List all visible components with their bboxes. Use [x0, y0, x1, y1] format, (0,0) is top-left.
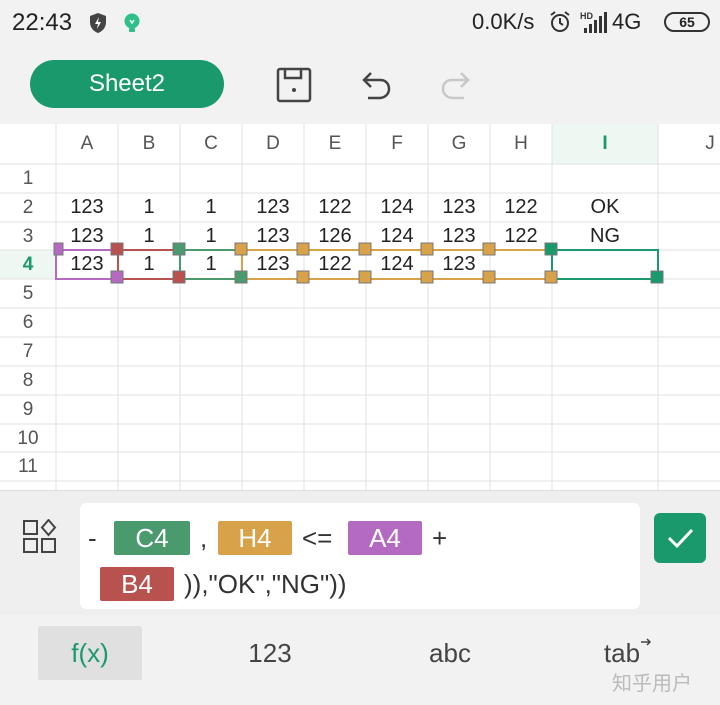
cell-i2[interactable]: OK — [552, 193, 658, 222]
hd-signal-icon: HD — [580, 11, 607, 33]
network-type: 4G — [612, 9, 642, 34]
column-header-b[interactable]: B — [118, 124, 180, 164]
cell-h4[interactable] — [490, 250, 552, 279]
net-speed: 0.0K/s — [472, 9, 535, 34]
formula-tail: )),"OK","NG")) — [184, 569, 347, 599]
formula-operator: <= — [302, 523, 333, 553]
cell-a3[interactable]: 123 — [56, 222, 118, 251]
cell-b2[interactable]: 1 — [118, 193, 180, 222]
row-header-2[interactable]: 2 — [0, 193, 56, 222]
column-header-h[interactable]: H — [490, 124, 552, 164]
alarm-icon — [550, 11, 570, 32]
cell-h2[interactable]: 122 — [490, 193, 552, 222]
tab-numeric[interactable]: 123 — [218, 626, 322, 680]
formula-input[interactable]: - C4 , H4 <= A4 + B4 )),"OK","NG")) — [80, 503, 640, 609]
check-icon — [667, 528, 694, 549]
spreadsheet-grid[interactable]: A B C D E F G H I J 1 2 3 4 5 6 7 8 9 10… — [0, 124, 720, 490]
row-header-8[interactable]: 8 — [0, 366, 56, 395]
cell-a4[interactable]: 123 — [56, 250, 118, 279]
keyboard-tab-bar: f(x) 123 abc tab 知乎用户 — [0, 615, 720, 705]
column-header-a[interactable]: A — [56, 124, 118, 164]
sheet-tab-button[interactable]: Sheet2 — [30, 60, 224, 108]
cell-f4[interactable]: 124 — [366, 250, 428, 279]
column-header-f[interactable]: F — [366, 124, 428, 164]
column-header-j[interactable]: J — [690, 124, 720, 164]
column-header-g[interactable]: G — [428, 124, 490, 164]
row-header-4[interactable]: 4 — [0, 250, 56, 279]
column-header-c[interactable]: C — [180, 124, 242, 164]
formula-ref-a4[interactable]: A4 — [348, 521, 422, 555]
column-header-i[interactable]: I — [552, 124, 658, 164]
formula-comma: , — [200, 523, 208, 553]
formula-minus: - — [88, 523, 97, 553]
svg-text:HD: HD — [580, 11, 593, 21]
formula-ref-c4[interactable]: C4 — [114, 521, 190, 555]
cell-h3[interactable]: 122 — [490, 222, 552, 251]
cell-g4[interactable]: 123 — [428, 250, 490, 279]
bulb-icon — [124, 13, 140, 32]
shield-icon — [90, 13, 106, 33]
column-header-e[interactable]: E — [304, 124, 366, 164]
cell-e4[interactable]: 122 — [304, 250, 366, 279]
formula-plus: + — [432, 523, 448, 553]
cell-f2[interactable]: 124 — [366, 193, 428, 222]
cell-e3[interactable]: 126 — [304, 222, 366, 251]
undo-icon[interactable] — [356, 66, 394, 104]
row-header-9[interactable]: 9 — [0, 395, 56, 424]
battery-icon: 65 — [664, 12, 710, 32]
status-bar: 22:43 0.0K/s HD 4G 65 — [0, 0, 720, 46]
cell-g2[interactable]: 123 — [428, 193, 490, 222]
cell-b3[interactable]: 1 — [118, 222, 180, 251]
cell-g3[interactable]: 123 — [428, 222, 490, 251]
row-header-5[interactable]: 5 — [0, 279, 56, 308]
cell-e2[interactable]: 122 — [304, 193, 366, 222]
save-icon[interactable] — [275, 66, 313, 104]
watermark: 知乎用户 — [612, 673, 692, 695]
row-header-11[interactable]: 11 — [0, 452, 56, 481]
formula-panel: - C4 , H4 <= A4 + B4 )),"OK","NG")) — [0, 490, 720, 615]
tab-function[interactable]: f(x) — [38, 626, 142, 680]
row-header-3[interactable]: 3 — [0, 222, 56, 251]
confirm-button[interactable] — [654, 513, 706, 563]
row-header-1[interactable]: 1 — [0, 164, 56, 193]
toolbar: Sheet2 — [0, 46, 720, 124]
formula-ref-b4[interactable]: B4 — [100, 567, 174, 601]
cell-a2[interactable]: 123 — [56, 193, 118, 222]
redo-icon[interactable] — [438, 66, 476, 104]
cell-b4[interactable]: 1 — [118, 250, 180, 279]
grid-lines — [0, 124, 720, 490]
tab-alphabet[interactable]: abc — [398, 626, 502, 680]
row-header-7[interactable]: 7 — [0, 337, 56, 366]
cell-c4[interactable]: 1 — [180, 250, 242, 279]
tab-key-label: tab — [603, 638, 641, 668]
cell-f3[interactable]: 124 — [366, 222, 428, 251]
row-header-10[interactable]: 10 — [0, 424, 56, 453]
cell-i4-active[interactable] — [552, 250, 658, 279]
cell-c3[interactable]: 1 — [180, 222, 242, 251]
cell-i3[interactable]: NG — [552, 222, 658, 251]
clock: 22:43 — [12, 9, 73, 36]
row-header-6[interactable]: 6 — [0, 308, 56, 337]
column-header-d[interactable]: D — [242, 124, 304, 164]
cell-d2[interactable]: 123 — [242, 193, 304, 222]
tab-arrow-icon — [641, 638, 652, 646]
formula-ref-h4[interactable]: H4 — [218, 521, 292, 555]
function-grid-icon[interactable] — [22, 519, 58, 555]
cell-c2[interactable]: 1 — [180, 193, 242, 222]
cell-d3[interactable]: 123 — [242, 222, 304, 251]
cell-d4[interactable]: 123 — [242, 250, 304, 279]
